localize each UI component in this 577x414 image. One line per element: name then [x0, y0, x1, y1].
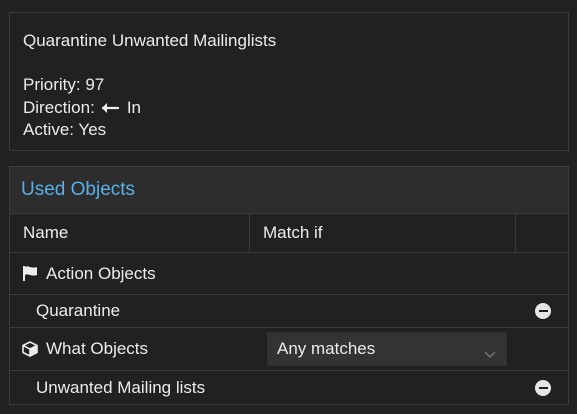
match-if-select[interactable]: Any matches	[267, 332, 507, 366]
used-objects-header: Used Objects	[10, 167, 568, 214]
group-label: Action Objects	[46, 263, 156, 283]
match-if-value: Any matches	[277, 339, 376, 358]
direction-label: Direction:	[23, 98, 95, 117]
column-header-name[interactable]: Name	[10, 214, 250, 252]
group-row-action-objects: Action Objects	[10, 253, 568, 295]
group-label: What Objects	[46, 339, 149, 358]
table-header-row: Name Match if	[10, 214, 568, 253]
list-item: Unwanted Mailing lists	[10, 371, 568, 404]
cube-icon	[22, 341, 40, 357]
direction-value: In	[126, 98, 141, 117]
active-text: Active: Yes	[23, 120, 107, 139]
group-row-what-objects: What Objects Any matches	[10, 328, 568, 371]
direction-line: Direction: In	[23, 98, 141, 118]
column-header-match-if[interactable]: Match if	[250, 214, 516, 252]
list-item: Quarantine	[10, 295, 568, 328]
priority-text: Priority: 97	[23, 75, 105, 94]
used-objects-panel: Used Objects Name Match if Action Object…	[9, 166, 569, 405]
column-header-actions	[516, 214, 568, 252]
rule-info-panel: Quarantine Unwanted Mailinglists Priorit…	[9, 12, 569, 151]
used-objects-title: Used Objects	[21, 179, 136, 200]
item-label: Quarantine	[36, 301, 121, 320]
arrow-left-icon	[101, 102, 120, 114]
remove-button[interactable]	[535, 303, 551, 319]
rule-title: Quarantine Unwanted Mailinglists	[23, 31, 277, 50]
remove-button[interactable]	[535, 379, 551, 396]
chevron-down-icon	[484, 344, 496, 359]
used-objects-table: Name Match if Action Objects Quarantine	[10, 214, 568, 404]
item-label: Unwanted Mailing lists	[36, 377, 206, 397]
flag-icon	[22, 266, 40, 282]
